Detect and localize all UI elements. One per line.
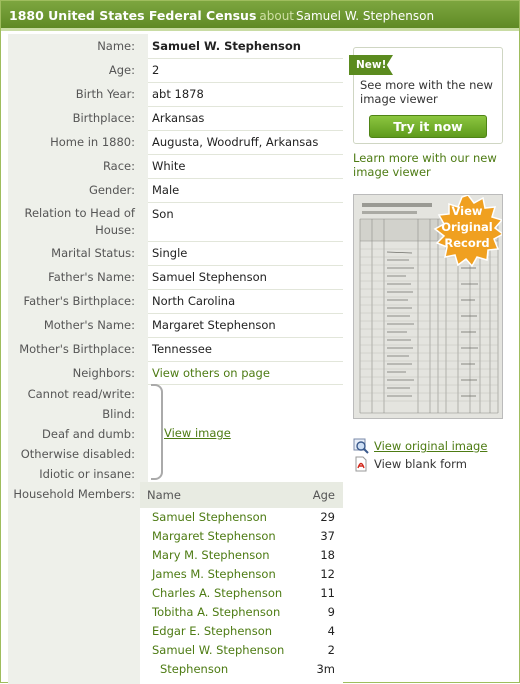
field-label: Father's Birthplace: bbox=[23, 294, 135, 308]
original-record-thumbnail[interactable]: View Original Record bbox=[353, 194, 503, 419]
household-member-row: Margaret Stephenson 37 bbox=[140, 527, 343, 546]
field-value: Samuel Stephenson bbox=[152, 270, 267, 284]
field-label: Birthplace: bbox=[72, 111, 135, 125]
field-value: Son bbox=[152, 207, 174, 221]
household-member-age: 12 bbox=[320, 567, 335, 581]
household-member-age: 2 bbox=[327, 643, 335, 657]
household-member-row: Samuel W. Stephenson 2 bbox=[140, 641, 343, 660]
field-value: Augusta, Woodruff, Arkansas bbox=[152, 135, 319, 149]
field-value: White bbox=[152, 159, 186, 173]
pdf-icon bbox=[355, 456, 367, 472]
household-member-age: 9 bbox=[327, 605, 335, 619]
image-viewer-promo: New! See more with the new image viewer … bbox=[349, 47, 503, 144]
field-label: Gender: bbox=[88, 183, 135, 197]
household-member-link[interactable]: Stephenson bbox=[160, 660, 228, 679]
household-member-link[interactable]: James M. Stephenson bbox=[152, 565, 276, 584]
field-value: Tennessee bbox=[152, 342, 212, 356]
view-image-link[interactable]: View image bbox=[164, 424, 231, 442]
household-member-link[interactable]: Margaret Stephenson bbox=[152, 527, 276, 546]
household-member-row: James M. Stephenson 12 bbox=[140, 565, 343, 584]
disability-deaf-label: Deaf and dumb: bbox=[42, 427, 135, 441]
view-original-image-label[interactable]: View original image bbox=[374, 438, 487, 454]
seal-line-view: View bbox=[451, 204, 483, 218]
field-value: Samuel W. Stephenson bbox=[152, 39, 301, 53]
household-table-header: Name Age bbox=[140, 482, 343, 508]
field-value: Arkansas bbox=[152, 111, 205, 125]
household-member-age: 4 bbox=[327, 624, 335, 638]
field-value: Single bbox=[152, 246, 188, 260]
household-member-age: 11 bbox=[320, 586, 335, 600]
household-member-row: Charles A. Stephenson 11 bbox=[140, 584, 343, 603]
view-neighbors-link[interactable]: View others on page bbox=[152, 361, 340, 385]
field-value: 2 bbox=[152, 63, 160, 77]
household-member-age: 18 bbox=[320, 548, 335, 562]
household-member-link[interactable]: Charles A. Stephenson bbox=[152, 584, 282, 603]
household-member-age: 37 bbox=[320, 529, 335, 543]
disability-insane-label: Idiotic or insane: bbox=[39, 467, 135, 481]
view-blank-form-label[interactable]: View blank form bbox=[374, 456, 467, 472]
seal-line-record: Record bbox=[444, 236, 490, 250]
field-value: abt 1878 bbox=[152, 87, 204, 101]
household-member-row: Mary M. Stephenson 18 bbox=[140, 546, 343, 565]
disability-bracket bbox=[151, 384, 163, 480]
promo-text: See more with the new image viewer bbox=[360, 78, 493, 106]
record-details: Name: Samuel W. Stephenson Age: 2 Birth … bbox=[8, 34, 343, 684]
disability-other-label: Otherwise disabled: bbox=[20, 447, 135, 461]
field-label: Age: bbox=[108, 63, 135, 77]
person-title: Samuel W. Stephenson bbox=[296, 9, 435, 23]
household-member-link[interactable]: Tobitha A. Stephenson bbox=[152, 603, 280, 622]
field-label: Mother's Birthplace: bbox=[19, 342, 135, 356]
field-label: Mother's Name: bbox=[43, 318, 135, 332]
disability-cannot-read-label: Cannot read/write: bbox=[27, 387, 135, 401]
field-label: Father's Name: bbox=[48, 270, 135, 284]
household-member-age: 29 bbox=[320, 510, 335, 524]
title-about: about bbox=[259, 9, 295, 23]
field-label: Marital Status: bbox=[51, 246, 135, 260]
household-members-label: Household Members: bbox=[13, 487, 135, 501]
magnifier-image-icon bbox=[353, 438, 369, 454]
household-member-row: Samuel Stephenson 29 bbox=[140, 508, 343, 527]
learn-more-link[interactable]: Learn more with our new image viewer bbox=[353, 151, 503, 179]
field-label: Home in 1880: bbox=[50, 135, 135, 149]
record-title-bar: 1880 United States Federal Census about Sa… bbox=[1, 1, 519, 31]
field-value: Male bbox=[152, 183, 180, 197]
disability-blind-label: Blind: bbox=[102, 407, 135, 421]
field-value: Margaret Stephenson bbox=[152, 318, 276, 332]
field-label: Birth Year: bbox=[75, 87, 135, 101]
household-member-link[interactable]: Edgar E. Stephenson bbox=[152, 622, 272, 641]
field-label: Race: bbox=[102, 159, 135, 173]
field-label: Neighbors: bbox=[72, 366, 135, 380]
seal-text[interactable]: View Original Record bbox=[432, 203, 502, 251]
try-it-now-button[interactable]: Try it now bbox=[369, 115, 487, 138]
census-record-panel: 1880 United States Federal Census about Sa… bbox=[0, 0, 520, 684]
household-member-row: Edgar E. Stephenson 4 bbox=[140, 622, 343, 641]
field-label: Name: bbox=[97, 39, 135, 53]
household-member-link[interactable]: Samuel W. Stephenson bbox=[152, 641, 284, 660]
new-badge: New! bbox=[349, 55, 393, 75]
collection-title[interactable]: 1880 United States Federal Census bbox=[9, 8, 256, 23]
household-member-row: Stephenson 3m bbox=[140, 660, 343, 679]
household-member-age: 3m bbox=[316, 662, 335, 676]
household-member-link[interactable]: Mary M. Stephenson bbox=[152, 546, 270, 565]
household-member-row: Tobitha A. Stephenson 9 bbox=[140, 603, 343, 622]
household-col-name: Name bbox=[147, 488, 181, 502]
household-col-age: Age bbox=[312, 488, 335, 502]
household-member-link[interactable]: Samuel Stephenson bbox=[152, 508, 267, 527]
field-label: Relation to Head of House: bbox=[24, 206, 136, 237]
seal-line-original: Original bbox=[441, 220, 493, 234]
field-value: North Carolina bbox=[152, 294, 236, 308]
